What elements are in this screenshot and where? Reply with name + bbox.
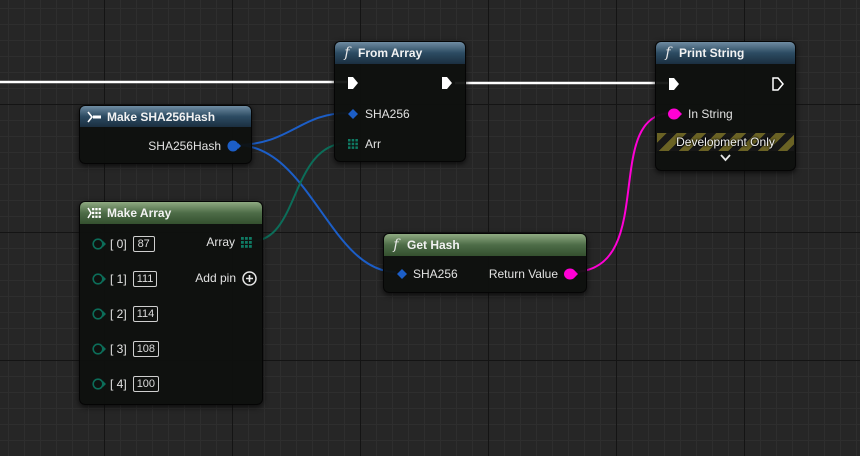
string-pin-icon: [564, 268, 578, 280]
value-input[interactable]: 108: [132, 341, 160, 357]
pin-label: Return Value: [488, 267, 558, 281]
node-make-sha256hash[interactable]: Make SHA256Hash SHA256Hash: [79, 105, 252, 164]
node-title: From Array: [358, 46, 423, 60]
exec-in-pin[interactable]: [668, 77, 680, 91]
byte-pin-icon: [92, 238, 106, 250]
node-header[interactable]: f Get Hash: [384, 234, 586, 256]
grid-icon: [241, 236, 252, 248]
node-title: Print String: [679, 46, 745, 60]
byte-pin-icon: [92, 343, 106, 355]
pin-label: In String: [688, 107, 733, 121]
function-icon: f: [393, 237, 399, 253]
node-header[interactable]: Make Array: [80, 202, 262, 224]
node-header[interactable]: Make SHA256Hash: [80, 106, 251, 127]
sha256-input-pin[interactable]: SHA256: [397, 266, 458, 282]
make-array-icon: [87, 207, 101, 219]
function-icon: f: [665, 45, 671, 61]
sha256-input-pin[interactable]: SHA256: [348, 106, 410, 122]
function-icon: f: [344, 45, 350, 61]
pin-label: SHA256: [365, 107, 410, 121]
value-input[interactable]: 87: [132, 236, 155, 252]
chevron-down-icon: [720, 154, 731, 162]
node-print-string[interactable]: f Print String In String Development Onl…: [655, 41, 796, 171]
pin-index-label: [ 0]: [110, 237, 127, 251]
struct-pin-icon: [227, 140, 241, 152]
array-output-pin[interactable]: Array: [206, 234, 252, 250]
sha256hash-output-pin[interactable]: SHA256Hash: [148, 138, 241, 154]
exec-in-pin[interactable]: [347, 76, 359, 90]
array-item-pin-0[interactable]: [ 0] 87: [92, 235, 155, 253]
expand-advanced-button[interactable]: [720, 154, 731, 162]
byte-pin-icon: [92, 308, 106, 320]
pin-label: Arr: [365, 137, 381, 151]
node-make-array[interactable]: Make Array [ 0] 87 [ 1] 111 [ 2] 114 [ 3…: [79, 201, 263, 405]
development-only-banner: Development Only: [657, 133, 794, 151]
pin-label: Array: [206, 235, 235, 249]
value-input[interactable]: 100: [132, 376, 160, 392]
array-item-pin-3[interactable]: [ 3] 108: [92, 340, 160, 358]
add-pin-button[interactable]: Add pin: [195, 270, 257, 286]
pin-index-label: [ 4]: [110, 377, 127, 391]
pin-index-label: [ 1]: [110, 272, 127, 286]
node-title: Make SHA256Hash: [107, 109, 216, 124]
diamond-icon: [397, 269, 407, 279]
pin-index-label: [ 2]: [110, 307, 127, 321]
pin-label: SHA256: [413, 267, 458, 281]
development-only-label: Development Only: [676, 135, 775, 149]
array-item-pin-4[interactable]: [ 4] 100: [92, 375, 160, 393]
return-value-output-pin[interactable]: Return Value: [489, 266, 578, 282]
make-struct-icon: [87, 111, 101, 123]
byte-pin-icon: [92, 273, 106, 285]
exec-out-pin[interactable]: [441, 76, 453, 90]
node-header[interactable]: f From Array: [335, 42, 465, 64]
arr-input-pin[interactable]: Arr: [348, 136, 381, 152]
grid-icon: [348, 139, 358, 149]
pin-index-label: [ 3]: [110, 342, 127, 356]
node-get-hash[interactable]: f Get Hash SHA256 Return Value: [383, 233, 587, 293]
array-item-pin-2[interactable]: [ 2] 114: [92, 305, 159, 323]
node-header[interactable]: f Print String: [656, 42, 795, 64]
wire-hash-to-from-array: [235, 112, 349, 146]
value-input[interactable]: 114: [132, 306, 159, 322]
node-title: Get Hash: [407, 238, 460, 252]
circle-plus-icon: [242, 270, 257, 286]
add-pin-label: Add pin: [195, 271, 236, 285]
node-title: Make Array: [107, 206, 172, 220]
in-string-pin[interactable]: In String: [668, 106, 733, 122]
array-item-pin-1[interactable]: [ 1] 111: [92, 270, 158, 288]
byte-pin-icon: [92, 378, 106, 390]
exec-out-pin[interactable]: [772, 77, 784, 91]
pin-label: SHA256Hash: [148, 139, 221, 153]
diamond-icon: [348, 109, 358, 119]
string-pin-icon: [668, 108, 682, 120]
value-input[interactable]: 111: [132, 271, 158, 287]
node-from-array[interactable]: f From Array SHA256 Arr: [334, 41, 466, 162]
